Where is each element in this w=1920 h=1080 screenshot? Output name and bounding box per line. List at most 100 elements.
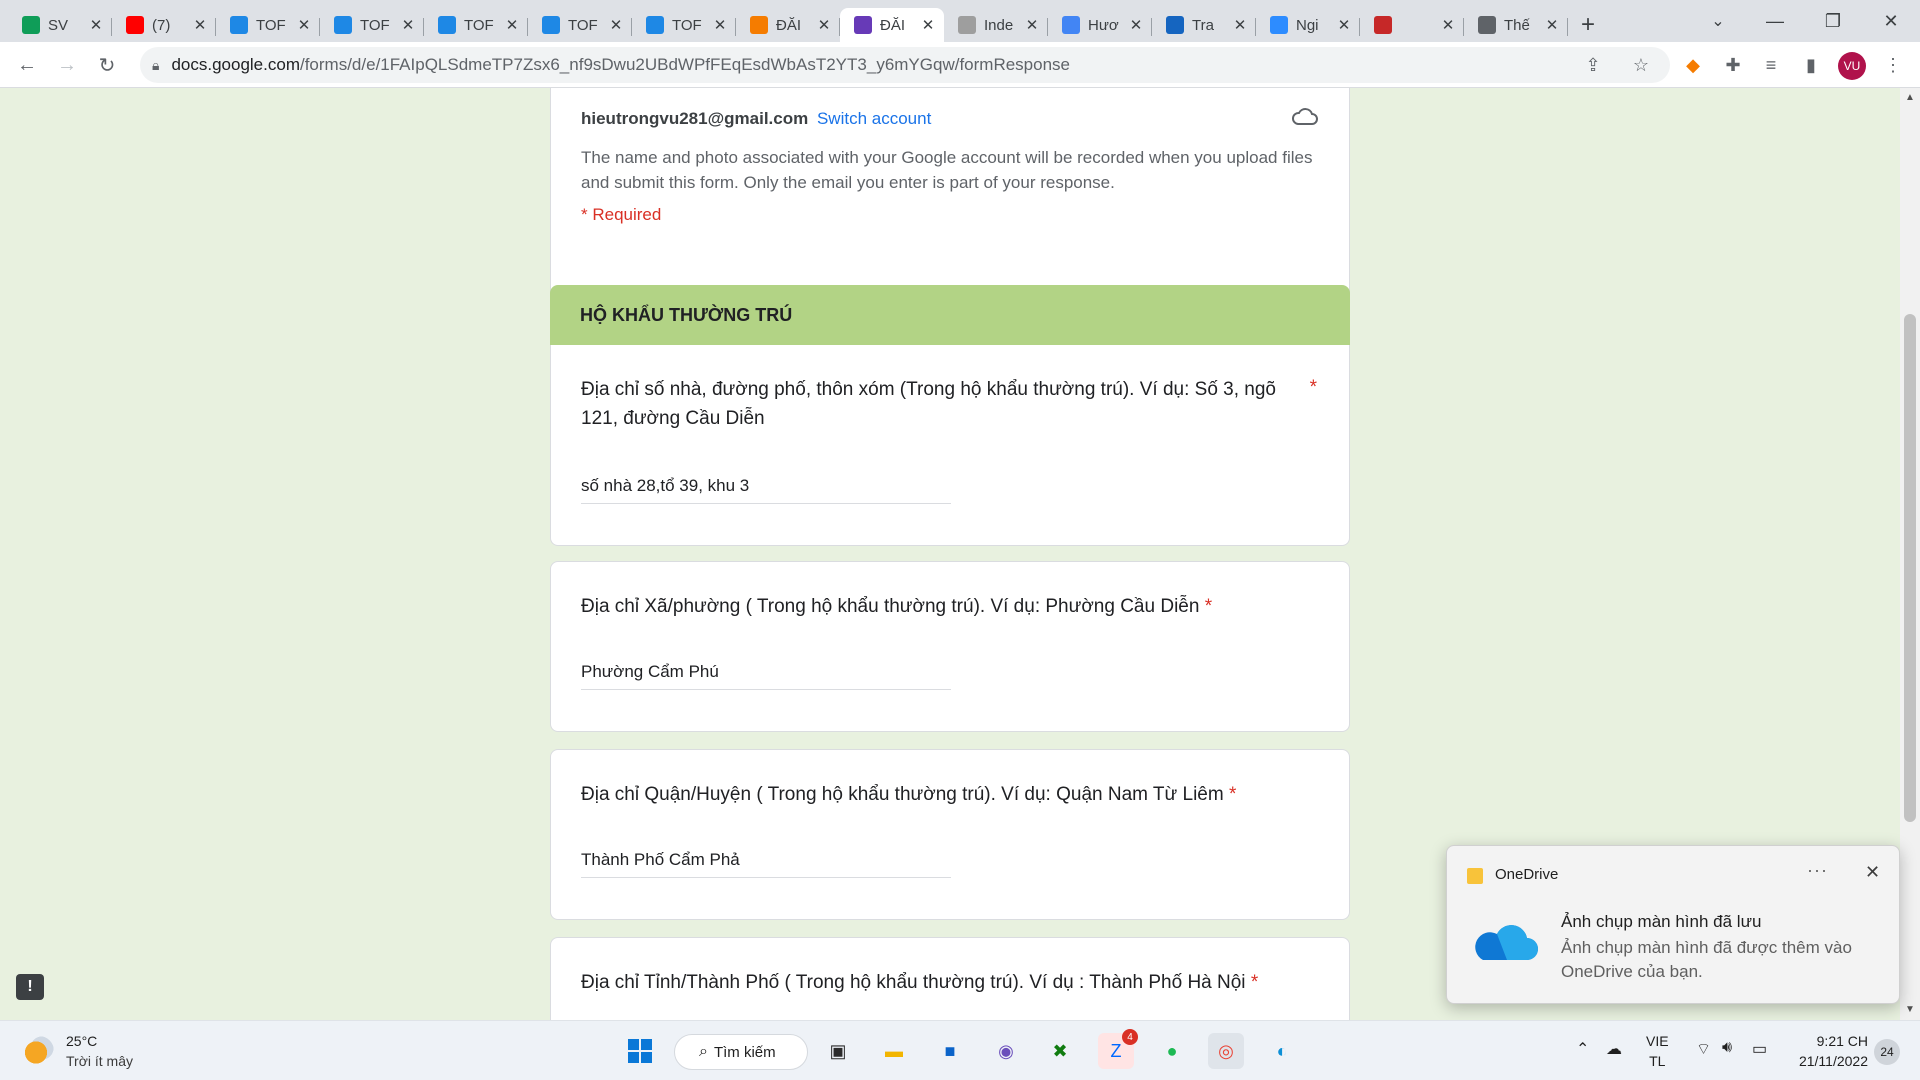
tray-overflow-icon[interactable]: ⌃ bbox=[1576, 1039, 1589, 1059]
bookmark-star-icon[interactable]: ☆ bbox=[1628, 52, 1654, 78]
tab-close-icon[interactable]: ✕ bbox=[920, 16, 936, 34]
tab-strip: SV ✕ (7) ✕ TOF ✕ TOF ✕ TOF ✕ TOF ✕ TOF ✕ ĐĂI ✕ ĐĂI ✕ Inde ✕… bbox=[0, 0, 1920, 42]
tab-close-icon[interactable]: ✕ bbox=[504, 16, 520, 34]
taskbar-search[interactable]: ⌕ Tìm kiếm bbox=[674, 1034, 808, 1070]
browser-tab[interactable]: TOF ✕ bbox=[424, 8, 528, 42]
notification-more-button[interactable]: ··· bbox=[1807, 860, 1828, 881]
minimize-button[interactable]: — bbox=[1746, 0, 1804, 42]
browser-tab[interactable]: Hươ ✕ bbox=[1048, 8, 1152, 42]
account-notice: The name and photo associated with your … bbox=[581, 148, 1313, 192]
browser-tab[interactable]: (7) ✕ bbox=[112, 8, 216, 42]
address-bar[interactable]: 🔒︎ docs.google.com/forms/d/e/1FAIpQLSdme… bbox=[140, 47, 1670, 83]
onedrive-notification[interactable]: OneDrive ··· ✕ Ảnh chụp màn hình đã lưu … bbox=[1446, 845, 1900, 1004]
notification-count[interactable]: 24 bbox=[1874, 1039, 1900, 1065]
spotify-icon[interactable]: ● bbox=[1154, 1033, 1190, 1069]
page-scrollbar[interactable]: ▲ ▼ bbox=[1900, 88, 1920, 1020]
tab-close-icon[interactable]: ✕ bbox=[712, 16, 728, 34]
start-button[interactable] bbox=[622, 1033, 658, 1069]
language-code: VIE bbox=[1646, 1033, 1669, 1049]
reload-button[interactable]: ↻ bbox=[92, 50, 122, 80]
browser-tab[interactable]: ĐĂI ✕ bbox=[736, 8, 840, 42]
extensions-puzzle-icon[interactable]: ✚ bbox=[1718, 50, 1748, 80]
tab-title: TOF bbox=[464, 16, 494, 34]
tab-title: Ngi bbox=[1296, 16, 1319, 34]
switch-account-link[interactable]: Switch account bbox=[817, 109, 931, 128]
question-text: Địa chỉ Tỉnh/Thành Phố ( Trong hộ khẩu t… bbox=[581, 972, 1246, 993]
scroll-up-icon[interactable]: ▲ bbox=[1905, 92, 1915, 103]
wifi-icon[interactable]: ⌔ bbox=[1696, 1039, 1711, 1059]
notification-title: Ảnh chụp màn hình đã lưu bbox=[1561, 912, 1762, 931]
chrome-taskbar-icon[interactable]: ◎ bbox=[1208, 1033, 1244, 1069]
input-language[interactable]: VIE TL bbox=[1646, 1031, 1669, 1071]
tab-close-icon[interactable]: ✕ bbox=[1128, 16, 1144, 34]
answer-input-district[interactable]: Thành Phố Cẩm Phả bbox=[581, 850, 951, 878]
new-tab-button[interactable]: + bbox=[1568, 8, 1608, 42]
scroll-thumb[interactable] bbox=[1904, 314, 1916, 822]
tab-close-icon[interactable]: ✕ bbox=[816, 16, 832, 34]
restore-button[interactable]: ❐ bbox=[1804, 0, 1862, 42]
tab-close-icon[interactable]: ✕ bbox=[1336, 16, 1352, 34]
tab-close-icon[interactable]: ✕ bbox=[296, 16, 312, 34]
browser-tab[interactable]: TOF ✕ bbox=[320, 8, 424, 42]
answer-input-street[interactable]: số nhà 28,tổ 39, khu 3 bbox=[581, 476, 951, 504]
menu-kebab-icon[interactable]: ⋮ bbox=[1878, 50, 1908, 80]
fpt-extension-icon[interactable]: ◆ bbox=[1678, 50, 1708, 80]
browser-tab[interactable]: TOF ✕ bbox=[632, 8, 736, 42]
tab-close-icon[interactable]: ✕ bbox=[608, 16, 624, 34]
tab-close-icon[interactable]: ✕ bbox=[192, 16, 208, 34]
forward-button[interactable]: → bbox=[52, 50, 82, 80]
browser-tab[interactable]: Tra ✕ bbox=[1152, 8, 1256, 42]
tab-title: TOF bbox=[360, 16, 390, 34]
tab-title: (7) bbox=[152, 16, 171, 34]
tab-close-icon[interactable]: ✕ bbox=[400, 16, 416, 34]
side-panel-icon[interactable]: ▮ bbox=[1796, 50, 1826, 80]
tab-close-icon[interactable]: ✕ bbox=[88, 16, 104, 34]
browser-tab[interactable]: TOF ✕ bbox=[528, 8, 632, 42]
file-explorer-icon[interactable]: ▬ bbox=[876, 1033, 912, 1069]
question-title: Địa chỉ Tỉnh/Thành Phố ( Trong hộ khẩu t… bbox=[581, 968, 1309, 997]
tab-title: Thế bbox=[1504, 16, 1530, 34]
purple-app-icon[interactable]: ◉ bbox=[988, 1033, 1024, 1069]
system-clock[interactable]: 9:21 CH 21/11/2022 bbox=[1788, 1031, 1868, 1071]
share-icon[interactable]: ⇪ bbox=[1580, 52, 1606, 78]
close-window-button[interactable]: ✕ bbox=[1862, 0, 1920, 42]
answer-input-ward[interactable]: Phường Cẩm Phú bbox=[581, 662, 951, 690]
browser-tab[interactable]: Inde ✕ bbox=[944, 8, 1048, 42]
media-control-icon[interactable]: ≡ bbox=[1756, 50, 1786, 80]
tab-close-icon[interactable]: ✕ bbox=[1440, 16, 1456, 34]
task-view-icon[interactable]: ▣ bbox=[820, 1033, 856, 1069]
zalo-icon[interactable]: Z4 bbox=[1098, 1029, 1138, 1069]
tab-title: SV bbox=[48, 16, 69, 34]
report-feedback-icon[interactable]: ! bbox=[16, 974, 44, 1000]
browser-tab[interactable]: Thế ✕ bbox=[1464, 8, 1568, 42]
tab-close-icon[interactable]: ✕ bbox=[1024, 16, 1040, 34]
required-asterisk: * bbox=[1228, 784, 1237, 805]
back-button[interactable]: ← bbox=[12, 50, 42, 80]
browser-tab[interactable]: ✕ bbox=[1360, 8, 1464, 42]
zoom-icon bbox=[1270, 16, 1288, 34]
microsoft-store-icon[interactable]: ■ bbox=[932, 1033, 968, 1069]
tab-search-icon[interactable]: ⌄ bbox=[1702, 6, 1734, 36]
browser-tab[interactable]: SV ✕ bbox=[8, 8, 112, 42]
battery-icon[interactable]: ▭ bbox=[1752, 1039, 1767, 1059]
scroll-down-icon[interactable]: ▼ bbox=[1905, 1004, 1915, 1015]
browser-tab[interactable]: TOF ✕ bbox=[216, 8, 320, 42]
weather-icon[interactable] bbox=[24, 1036, 54, 1066]
required-asterisk: * bbox=[1204, 596, 1213, 617]
windows-taskbar: 25°C Trời ít mây ⌕ Tìm kiếm ▣ ▬ ■ ◉ ✖ Z4 … bbox=[0, 1020, 1920, 1080]
notification-close-button[interactable]: ✕ bbox=[1865, 862, 1880, 883]
browser-tab[interactable]: ĐĂI ✕ bbox=[840, 8, 944, 42]
tab-close-icon[interactable]: ✕ bbox=[1544, 16, 1560, 34]
weather-temperature[interactable]: 25°C bbox=[66, 1033, 97, 1049]
volume-icon[interactable]: 🔊︎ bbox=[1722, 1039, 1732, 1057]
xbox-icon[interactable]: ✖ bbox=[1042, 1033, 1078, 1069]
search-icon: ⌕ bbox=[699, 1043, 708, 1060]
profile-avatar[interactable]: VU bbox=[1838, 52, 1866, 80]
browser-tab[interactable]: Ngi ✕ bbox=[1256, 8, 1360, 42]
notification-app-name: OneDrive bbox=[1495, 866, 1559, 883]
weather-description[interactable]: Trời ít mây bbox=[66, 1053, 133, 1069]
onedrive-tray-icon[interactable]: ☁ bbox=[1606, 1039, 1622, 1059]
tab-close-icon[interactable]: ✕ bbox=[1232, 16, 1248, 34]
url-path: /forms/d/e/1FAIpQLSdmeTP7Zsx6_nf9sDwu2UB… bbox=[299, 55, 1070, 74]
edge-icon[interactable]: ◐ bbox=[1264, 1033, 1300, 1069]
